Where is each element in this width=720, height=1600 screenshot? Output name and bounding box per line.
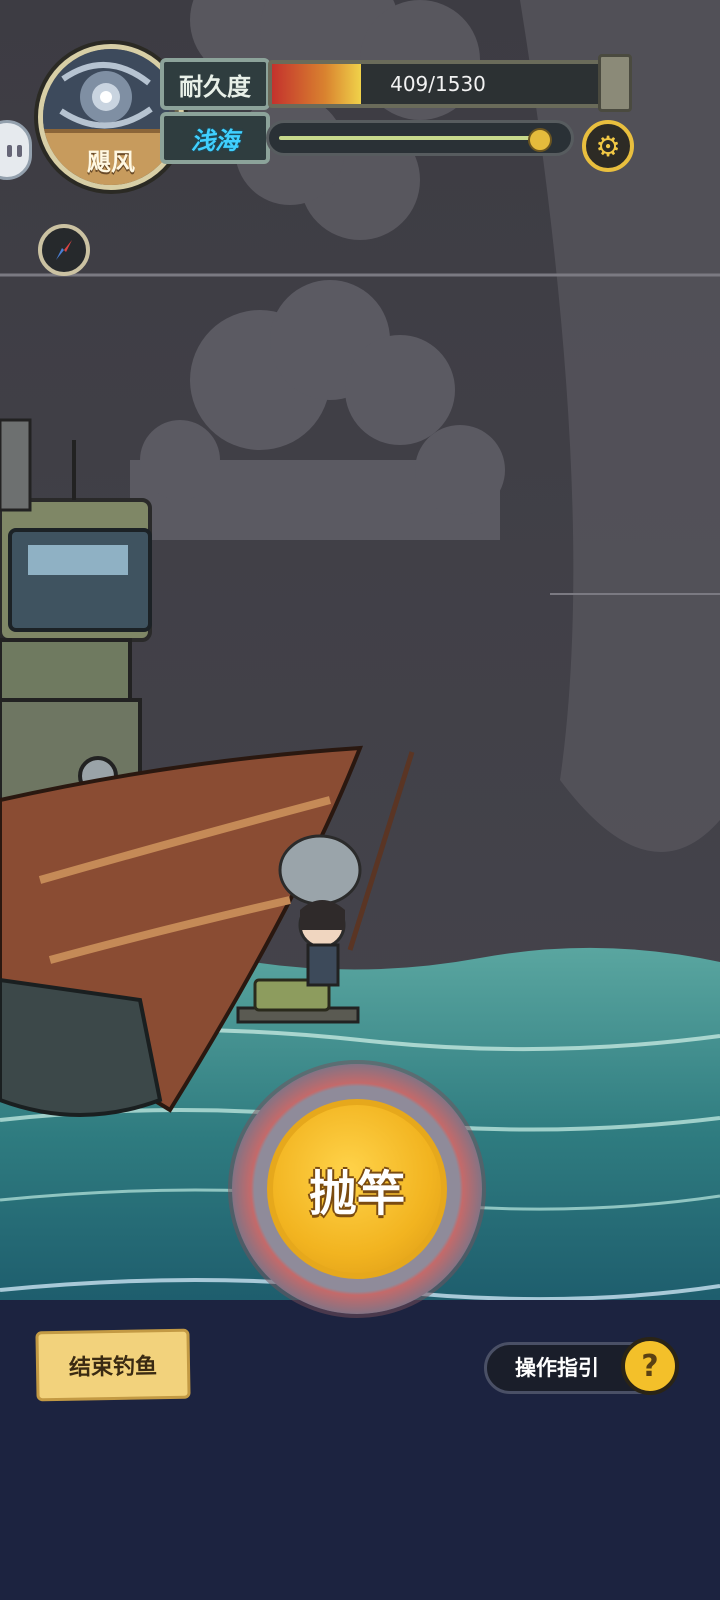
durability-bar: 409/1530 — [268, 60, 608, 108]
depth-progress-line — [279, 136, 541, 140]
chat-bubble-icon — [7, 145, 12, 157]
guide-button[interactable]: 操作指引 ? — [484, 1337, 679, 1395]
settings-button[interactable]: ⚙ — [582, 120, 634, 172]
weather-name: 飓风 — [43, 129, 179, 185]
compass-icon — [56, 240, 72, 260]
compass-button[interactable] — [38, 224, 90, 276]
durability-label: 耐久度 — [160, 58, 270, 110]
hurricane-icon — [43, 49, 169, 129]
end-fishing-button[interactable]: 结束钓鱼 — [35, 1328, 191, 1402]
depth-label: 浅海 — [160, 112, 270, 164]
gear-icon: ⚙ — [595, 129, 621, 163]
depth-progress-knob — [528, 128, 553, 152]
cast-button[interactable]: 抛竿 — [232, 1064, 482, 1314]
chat-dot — [17, 145, 22, 157]
question-icon: ? — [621, 1337, 679, 1395]
guide-label: 操作指引 — [515, 1356, 599, 1380]
depth-progress-track — [266, 120, 574, 156]
durability-bar-cap — [598, 54, 632, 112]
cast-button-label: 抛竿 — [267, 1099, 447, 1279]
durability-value: 409/1530 — [390, 72, 486, 96]
